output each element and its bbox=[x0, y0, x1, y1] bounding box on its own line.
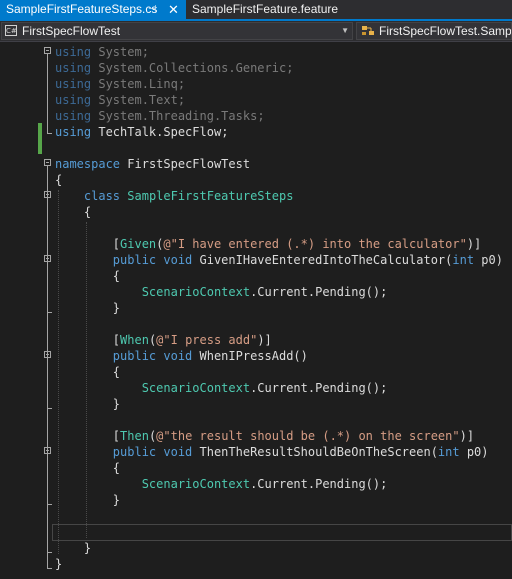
attribute-line: [Given(@"I have entered (.*) into the ca… bbox=[55, 237, 482, 251]
brace-line: } bbox=[55, 301, 121, 315]
method-body-line: ScenarioContext.Current.Pending(); bbox=[141, 285, 388, 299]
outline-line bbox=[47, 568, 52, 569]
method-body-line: ScenarioContext.Current.Pending(); bbox=[141, 477, 388, 491]
attribute-line: [Then(@"the result should be (.*) on the… bbox=[55, 429, 475, 443]
brace-line: } bbox=[55, 541, 92, 555]
using-line: using TechTalk.SpecFlow; bbox=[55, 125, 229, 139]
outline-line bbox=[47, 133, 52, 134]
collapse-icon[interactable] bbox=[44, 159, 51, 166]
collapse-icon[interactable] bbox=[44, 255, 51, 262]
collapse-icon[interactable] bbox=[44, 447, 51, 454]
code-editor[interactable]: using System; using System.Collections.G… bbox=[0, 42, 512, 579]
outline-line bbox=[47, 54, 48, 134]
brace-line: } bbox=[55, 397, 121, 411]
using-line: using System.Collections.Generic; bbox=[55, 61, 294, 75]
brace-line: } bbox=[55, 493, 121, 507]
change-indicator bbox=[38, 123, 42, 154]
current-line-highlight bbox=[52, 524, 512, 541]
close-icon[interactable]: ✕ bbox=[168, 0, 179, 19]
outline-line bbox=[47, 312, 52, 313]
attribute-line: [When(@"I press add")] bbox=[55, 333, 272, 347]
pin-icon[interactable]: ⊣ bbox=[148, 0, 157, 19]
navigation-bar: C# FirstSpecFlowTest ▼ FirstSpecFlowTest… bbox=[0, 21, 512, 42]
class-line: class SampleFirstFeatureSteps bbox=[83, 189, 294, 203]
tab-sample-first-feature-steps[interactable]: SampleFirstFeatureSteps.cs ⊣ ✕ bbox=[0, 0, 186, 19]
using-line: using System.Linq; bbox=[55, 77, 186, 91]
brace-line: { bbox=[55, 461, 121, 475]
using-line: using System; bbox=[55, 45, 149, 59]
document-tab-strip: SampleFirstFeatureSteps.cs ⊣ ✕ SampleFir… bbox=[0, 0, 512, 21]
brace-line: { bbox=[55, 365, 121, 379]
csharp-project-icon: C# bbox=[5, 25, 17, 36]
brace-line: } bbox=[55, 557, 63, 571]
brace-line: { bbox=[55, 173, 63, 187]
outline-line bbox=[47, 166, 48, 569]
outline-line bbox=[47, 552, 52, 553]
namespace-line: namespace FirstSpecFlowTest bbox=[55, 157, 251, 171]
type-dropdown[interactable]: FirstSpecFlowTest.SampleFirstFeatureStep… bbox=[356, 22, 512, 40]
type-label: FirstSpecFlowTest.SampleFirstFeatureStep… bbox=[379, 24, 512, 38]
tab-label: SampleFirstFeature.feature bbox=[192, 2, 339, 16]
brace-line: { bbox=[55, 205, 92, 219]
method-signature-line: public void ThenTheResultShouldBeOnTheSc… bbox=[112, 445, 489, 459]
using-line: using System.Threading.Tasks; bbox=[55, 109, 265, 123]
collapse-icon[interactable] bbox=[44, 47, 51, 54]
chevron-down-icon: ▼ bbox=[341, 26, 349, 35]
collapse-icon[interactable] bbox=[44, 351, 51, 358]
using-line: using System.Text; bbox=[55, 93, 186, 107]
tab-sample-first-feature[interactable]: SampleFirstFeature.feature bbox=[186, 0, 339, 19]
outline-line bbox=[47, 504, 52, 505]
class-icon bbox=[362, 26, 374, 35]
outline-line bbox=[47, 408, 52, 409]
method-body-line: ScenarioContext.Current.Pending(); bbox=[141, 381, 388, 395]
project-dropdown[interactable]: C# FirstSpecFlowTest ▼ bbox=[1, 22, 353, 40]
brace-line: { bbox=[55, 269, 121, 283]
project-label: FirstSpecFlowTest bbox=[22, 24, 121, 38]
method-signature-line: public void WhenIPressAdd() bbox=[112, 349, 308, 363]
collapse-icon[interactable] bbox=[44, 191, 51, 198]
method-signature-line: public void GivenIHaveEnteredIntoTheCalc… bbox=[112, 253, 503, 267]
tab-label: SampleFirstFeatureSteps.cs bbox=[6, 2, 158, 16]
